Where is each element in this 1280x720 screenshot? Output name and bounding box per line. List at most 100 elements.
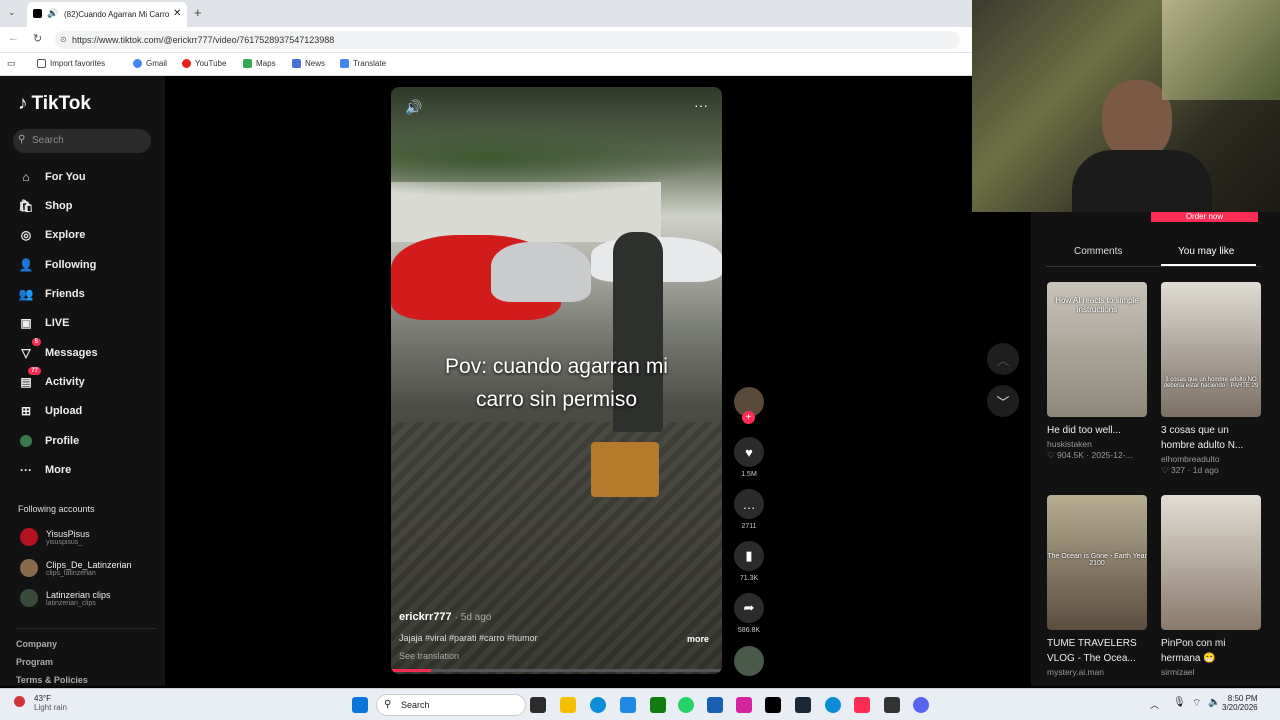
tiktok-note-icon: ♪ [18, 93, 28, 114]
card-user: elhombreadulto [1161, 454, 1220, 464]
nav-for-you[interactable]: ⌂ For You [17, 168, 85, 186]
tab-comments[interactable]: Comments [1074, 246, 1122, 257]
sidebar: ♪ TikTok ⚲ Search ⌂ For You 🛍 Shop ◎ Explor… [0, 76, 165, 686]
live-icon: ▣ [20, 316, 32, 330]
microphone-icon[interactable]: 🎙 [1173, 697, 1186, 708]
video-author[interactable]: erickrr777 · 5d ago [399, 611, 491, 623]
footer-program[interactable]: Program [16, 657, 53, 667]
comment-button[interactable]: … 2711 [734, 489, 764, 530]
edge-icon[interactable] [590, 697, 606, 713]
card-user: mystery.ai.man [1047, 667, 1104, 677]
new-tab-icon[interactable]: + [194, 5, 202, 20]
footer-terms[interactable]: Terms & Policies [16, 675, 88, 685]
chrome-icon[interactable] [825, 697, 841, 713]
store-icon[interactable] [707, 697, 723, 713]
footer-company[interactable]: Company [16, 639, 57, 649]
instagram-icon[interactable] [736, 697, 752, 713]
video-caption: Pov: cuando agarran mi carro sin permiso [445, 355, 668, 411]
author-avatar-button[interactable]: + [734, 387, 764, 430]
task-view-icon[interactable] [530, 697, 546, 713]
nav-upload[interactable]: ⊞ Upload [17, 402, 82, 420]
account-clips-de-latinzerian[interactable]: Clips_De_Latinzerian clips_latinzerian [20, 559, 132, 577]
next-video-button[interactable]: ﹀ [987, 385, 1019, 417]
account-latinzerian-clips[interactable]: Latinzerian clips latinzerian_clips [20, 589, 111, 607]
nav-profile[interactable]: Profile [17, 432, 79, 450]
save-button[interactable]: ▮ 71.3K [734, 541, 764, 582]
like-button[interactable]: ♥ 1.5M [734, 437, 764, 478]
volume-icon[interactable]: 🔊 [405, 99, 422, 116]
nav-live[interactable]: ▣ LIVE [17, 314, 69, 332]
share-button[interactable]: ➦ 586.8K [734, 593, 764, 634]
bookmark-translate[interactable]: Translate [340, 59, 386, 68]
brand-name: TikTok [31, 93, 91, 114]
bookmark-import-favorites[interactable]: Import favorites [37, 59, 105, 68]
video-thumbnail: 3 cosas que un hombre adulto NO debería … [1161, 282, 1261, 417]
app-icon[interactable] [620, 697, 636, 713]
whatsapp-icon[interactable] [678, 697, 694, 713]
tab-list-chevron-icon[interactable]: ⌄ [8, 7, 16, 18]
tray-chevron-icon[interactable]: ︿ [1150, 698, 1159, 711]
order-now-button[interactable]: Order now [1151, 212, 1258, 222]
nav-following[interactable]: 👤 Following [17, 256, 97, 274]
url-input[interactable]: ⊙ https://www.tiktok.com/@erickrr777/vid… [55, 31, 960, 49]
tab-you-may-like[interactable]: You may like [1178, 246, 1234, 257]
reload-icon[interactable]: ↻ [33, 32, 42, 45]
video-card[interactable]: 3 cosas que un hombre adulto NO debería … [1161, 282, 1261, 476]
video-card[interactable]: The Ocean is Gone - Earth Year 2100 TUME… [1047, 495, 1147, 677]
speaker-tray-icon[interactable]: 🔈 [1208, 697, 1220, 708]
more-options-icon[interactable]: ··· [694, 97, 708, 113]
windows-start-icon[interactable] [352, 697, 368, 713]
messages-icon: ▽ 5 [17, 338, 41, 362]
weather-widget[interactable]: 43°F Light rain [14, 694, 67, 712]
sidebar-toggle-icon[interactable]: ▭ [7, 58, 16, 69]
close-tab-icon[interactable]: ✕ [173, 8, 181, 19]
wifi-icon[interactable]: ⌔ [1192, 697, 1201, 710]
previous-video-button[interactable]: ︿ [987, 343, 1019, 375]
account-yisuspisus[interactable]: YisusPisus yisuspisus_ [20, 528, 90, 546]
clock[interactable]: 8:50 PM 3/20/2026 [1222, 694, 1258, 712]
news-icon [292, 59, 301, 68]
search-placeholder: Search [32, 135, 64, 146]
browser-tab[interactable]: 🔊 (82)Cuando Agarran Mi Carro ✕ [27, 2, 187, 27]
bookmark-news[interactable]: News [292, 59, 325, 68]
nav-messages[interactable]: ▽ 5 Messages [17, 338, 98, 362]
card-title: 3 cosas que un hombre adulto N... [1161, 425, 1244, 451]
avatar [20, 528, 38, 546]
speaker-icon[interactable]: 🔊 [47, 8, 58, 19]
nav-explore[interactable]: ◎ Explore [17, 226, 86, 244]
see-translation-link[interactable]: See translation [399, 651, 459, 661]
right-panel: Order now Comments You may like How AI r… [1031, 212, 1280, 686]
tiktok-live-icon[interactable] [854, 697, 870, 713]
follow-plus-icon[interactable]: + [742, 411, 755, 424]
taskbar-search[interactable]: ⚲ Search [376, 694, 526, 716]
nav-friends[interactable]: 👥 Friends [17, 285, 85, 303]
discord-icon[interactable] [913, 697, 929, 713]
following-accounts-title: Following accounts [18, 504, 95, 514]
video-card[interactable]: PinPon con mi hermana 😁 sirmizael [1161, 495, 1261, 677]
activity-badge: 77 [28, 367, 41, 375]
xbox-icon[interactable] [650, 697, 666, 713]
more-button[interactable]: more [687, 634, 709, 644]
bookmark-maps[interactable]: Maps [243, 59, 276, 68]
sound-disc-button[interactable] [734, 646, 764, 676]
file-explorer-icon[interactable] [560, 697, 576, 713]
card-title: PinPon con mi hermana 😁 [1161, 638, 1226, 664]
site-info-icon[interactable]: ⊙ [60, 35, 67, 44]
video-thumbnail: The Ocean is Gone - Earth Year 2100 [1047, 495, 1147, 630]
nav-shop[interactable]: 🛍 Shop [17, 197, 72, 215]
bookmark-gmail[interactable]: Gmail [133, 59, 167, 68]
app-icon-2[interactable] [884, 697, 900, 713]
compass-icon: ◎ [20, 228, 32, 242]
back-icon[interactable]: ← [8, 32, 19, 44]
video-player[interactable]: 🔊 ··· Pov: cuando agarran mi carro sin p… [391, 87, 722, 674]
nav-activity[interactable]: ▤ 77 Activity [17, 367, 85, 391]
nav-more[interactable]: ··· More [17, 461, 71, 479]
bookmark-youtube[interactable]: YouTube [182, 59, 226, 68]
video-card[interactable]: How AI reacts to simple instructions He … [1047, 282, 1147, 461]
translate-icon [340, 59, 349, 68]
tiktok-taskbar-icon[interactable] [765, 697, 781, 713]
video-progress-bar[interactable] [391, 669, 722, 672]
tiktok-logo[interactable]: ♪ TikTok [18, 93, 91, 115]
steam-icon[interactable] [795, 697, 811, 713]
search-input[interactable]: ⚲ Search [13, 129, 151, 153]
